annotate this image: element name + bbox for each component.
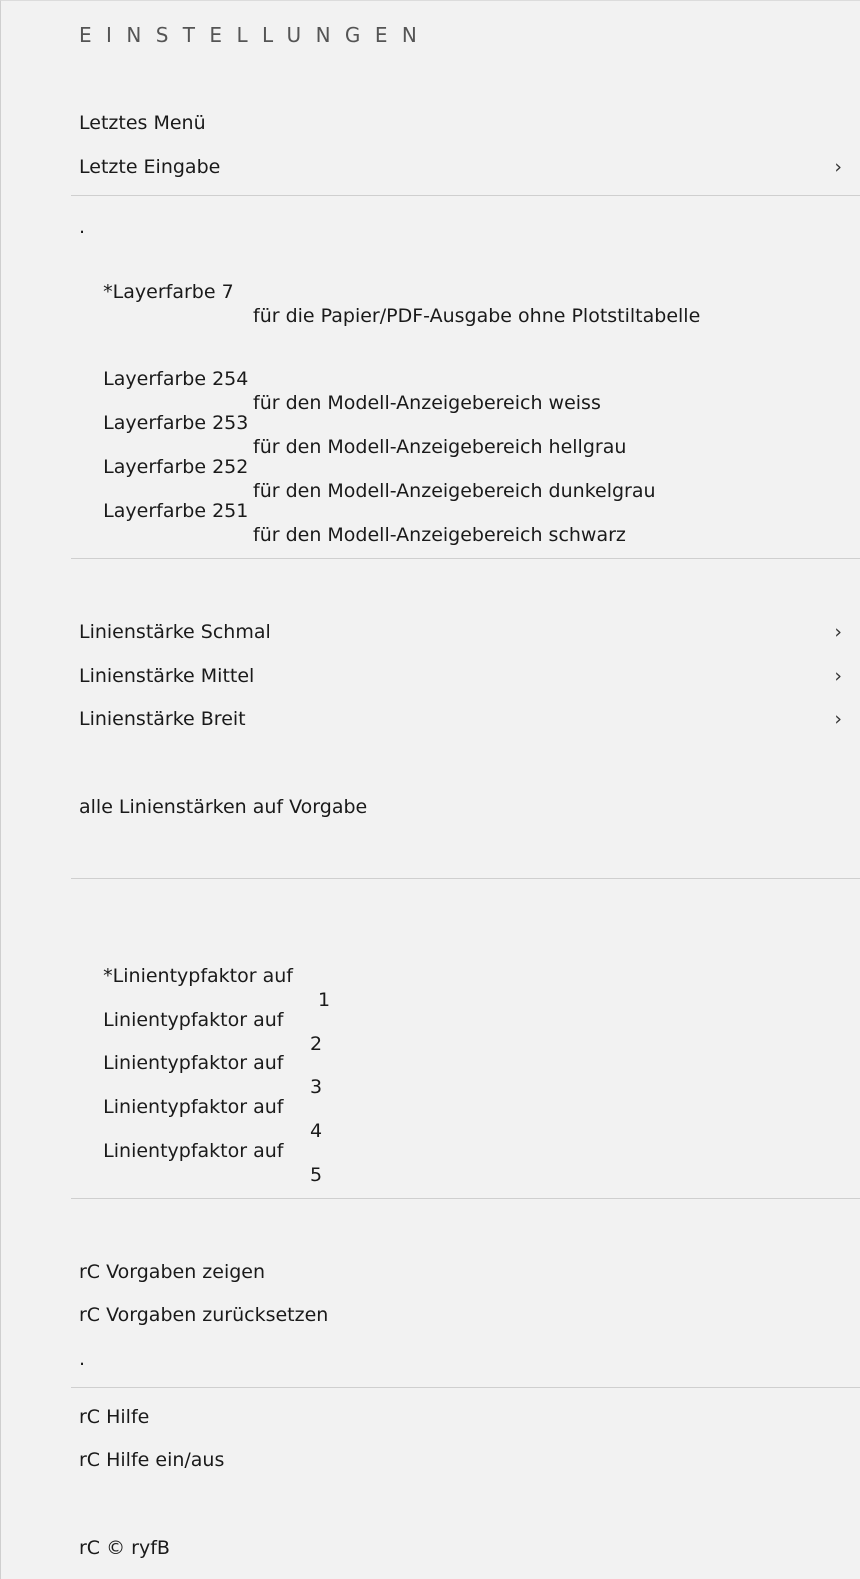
menu-header: EINSTELLUNGEN (79, 23, 432, 47)
separator (71, 195, 860, 196)
layerfarbe-label: Layerfarbe 251 (103, 500, 249, 522)
layerfarbe-label: *Layerfarbe 7 (103, 281, 234, 303)
settings-menu: EINSTELLUNGEN Letztes Menü Letzte Eingab… (0, 0, 860, 1579)
separator (71, 1387, 860, 1388)
separator (71, 1198, 860, 1199)
layerfarbe-description: für den Modell-Anzeigebereich schwarz (253, 524, 626, 546)
menu-item-linientypfaktor-5[interactable]: Linientypfaktor auf 5 (79, 1115, 379, 1211)
menu-item-layerfarbe-7[interactable]: *Layerfarbe 7 für die Papier/PDF-Ausgabe… (79, 256, 839, 352)
menu-item-linienstaerke-schmal[interactable]: Linienstärke Schmal (79, 620, 271, 644)
menu-item-letzte-eingabe[interactable]: Letzte Eingabe (79, 155, 220, 179)
menu-item-layerfarbe-251[interactable]: Layerfarbe 251 für den Modell-Anzeigeber… (79, 475, 779, 571)
linientypfaktor-value: 5 (310, 1164, 323, 1186)
menu-item-rc-vorgaben-zuruecksetzen[interactable]: rC Vorgaben zurücksetzen (79, 1303, 328, 1327)
menu-item-letztes-menue[interactable]: Letztes Menü (79, 111, 206, 135)
menu-item-linienstaerke-breit[interactable]: Linienstärke Breit (79, 707, 246, 731)
menu-item-linienstaerke-mittel[interactable]: Linienstärke Mittel (79, 664, 254, 688)
menu-item-rc-hilfe-toggle[interactable]: rC Hilfe ein/aus (79, 1448, 224, 1472)
menu-item-rc-hilfe[interactable]: rC Hilfe (79, 1405, 149, 1429)
menu-item-dot[interactable]: . (79, 215, 85, 239)
chevron-right-icon: › (834, 665, 842, 687)
menu-item-rc-copyright[interactable]: rC © ryfB (79, 1536, 170, 1560)
separator (71, 878, 860, 879)
chevron-right-icon: › (834, 708, 842, 730)
linientypfaktor-label: Linientypfaktor auf (103, 1140, 284, 1162)
menu-item-rc-vorgaben-zeigen[interactable]: rC Vorgaben zeigen (79, 1260, 265, 1284)
chevron-right-icon: › (834, 156, 842, 178)
chevron-right-icon: › (834, 621, 842, 643)
separator (71, 558, 860, 559)
menu-item-dot[interactable]: . (79, 1347, 85, 1371)
layerfarbe-description: für die Papier/PDF-Ausgabe ohne Plotstil… (253, 305, 701, 327)
menu-item-alle-linienstaerken[interactable]: alle Linienstärken auf Vorgabe (79, 795, 367, 819)
